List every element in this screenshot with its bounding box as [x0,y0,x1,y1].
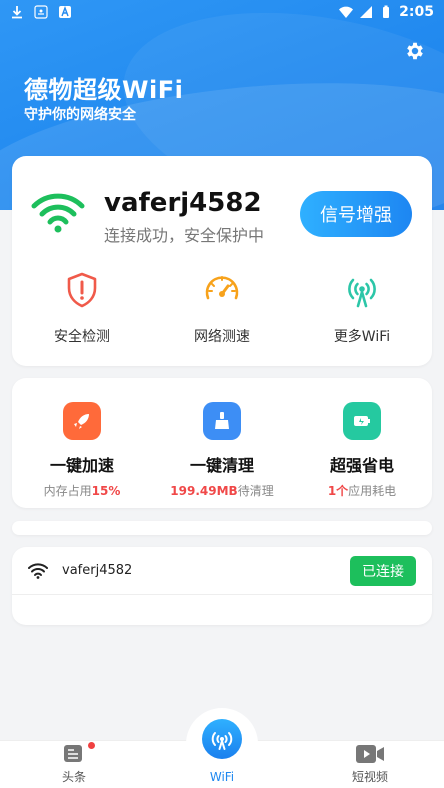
gear-icon[interactable] [404,40,426,62]
broom-icon [203,402,241,440]
wifi-connected-icon [31,193,85,233]
tool-label: 安全检测 [54,329,110,345]
font-icon [59,6,71,18]
cell-signal-icon [360,6,373,18]
tool-more-wifi[interactable]: 更多WiFi [292,270,432,346]
feature-detail: 199.49MB待清理 [170,484,274,498]
battery-icon [383,5,390,18]
network-ssid: vaferj4582 [62,563,133,578]
tool-label: 网络测速 [194,329,250,345]
nav-item-news[interactable]: 头条 [34,744,114,785]
download-icon [12,6,22,19]
antenna-icon [348,278,376,308]
optimization-card: 一键加速 内存占用15% 一键清理 199.49MB待清理 超强省电 1个应用耗… [12,378,432,508]
connection-card: vaferj4582 连接成功，安全保护中 信号增强 安全检测 网络测速 更多W… [12,156,432,366]
status-bar: 2:05 [0,0,444,24]
feature-detail: 内存占用15% [43,484,121,498]
tool-row: 安全检测 网络测速 更多WiFi [12,270,432,346]
feature-name: 一键清理 [189,456,254,475]
tool-security-check[interactable]: 安全检测 [12,270,152,346]
nav-label: 短视频 [351,770,388,784]
news-badge [88,742,95,749]
hotspot-icon [34,5,48,19]
connection-status: 连接成功，安全保护中 [104,226,265,245]
nav-item-wifi[interactable]: WiFi [182,766,262,784]
app-title: 德物超级WiFi [24,76,184,104]
feature-speed-up[interactable]: 一键加速 内存占用15% [12,402,152,499]
news-icon [64,745,82,762]
feature-name: 超强省电 [329,456,394,475]
feature-clean[interactable]: 一键清理 199.49MB待清理 [152,402,292,499]
nav-label: 头条 [61,770,86,784]
video-icon [356,745,384,763]
wifi-antenna-icon [211,732,233,750]
speedometer-icon [205,276,239,300]
rocket-icon [63,402,101,440]
status-time: 2:05 [399,4,434,20]
tool-speed-test[interactable]: 网络测速 [152,270,292,346]
wifi-icon [28,562,48,579]
network-list-card: vaferj4582 已连接 [12,547,432,625]
feature-detail: 1个应用耗电 [327,484,397,498]
connected-ssid: vaferj4582 [104,188,262,218]
nav-wifi-button[interactable] [202,719,242,759]
tool-label: 更多WiFi [333,329,391,345]
signal-boost-button[interactable]: 信号增强 [300,191,412,237]
network-list-item[interactable]: vaferj4582 已连接 [12,547,432,595]
connected-button[interactable]: 已连接 [350,555,416,586]
feature-power-save[interactable]: 超强省电 1个应用耗电 [292,402,432,499]
nav-label: WiFi [209,770,235,784]
battery-icon [343,402,381,440]
app-subtitle: 守护你的网络安全 [24,107,136,123]
nav-item-video[interactable]: 短视频 [330,744,410,785]
feature-name: 一键加速 [49,456,114,475]
shield-alert-icon [67,272,97,308]
divider-strip [12,521,432,535]
wifi-signal-icon [339,6,354,19]
